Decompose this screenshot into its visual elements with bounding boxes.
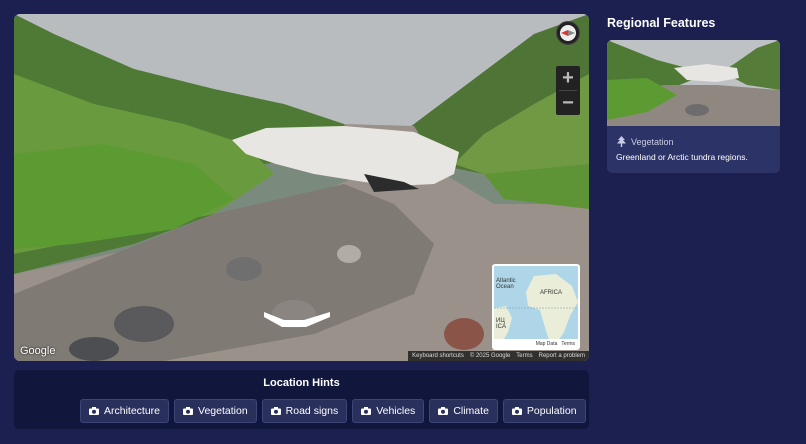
hint-button-vehicles[interactable]: Vehicles bbox=[352, 399, 425, 423]
hint-button-label: Architecture bbox=[104, 405, 161, 417]
location-hints-panel: Location Hints Architecture Vegetation R… bbox=[14, 370, 589, 429]
hint-button-label: Vehicles bbox=[376, 405, 416, 417]
compass-button[interactable] bbox=[556, 21, 580, 45]
zoom-controls: + − bbox=[556, 66, 580, 115]
hint-button-label: Population bbox=[526, 405, 577, 417]
copyright-text: © 2025 Google bbox=[469, 353, 511, 359]
map-label-south-america: ИЦ ICA bbox=[496, 318, 507, 330]
camera-icon bbox=[438, 407, 449, 415]
feature-category-label: Vegetation bbox=[631, 136, 674, 147]
hint-button-label: Road signs bbox=[285, 405, 339, 417]
mini-map-footer: Map Data Terms bbox=[494, 339, 578, 348]
camera-icon bbox=[361, 407, 372, 415]
feature-thumbnail bbox=[607, 40, 780, 126]
hint-button-label: Climate bbox=[453, 405, 489, 417]
hint-button-road-signs[interactable]: Road signs bbox=[261, 399, 348, 423]
street-view-panorama[interactable]: + − Google Atlantic Ocean AFRICA ИЦ ICA … bbox=[14, 14, 589, 361]
zoom-in-button[interactable]: + bbox=[556, 66, 580, 90]
mini-map[interactable]: Atlantic Ocean AFRICA ИЦ ICA Map Data Te… bbox=[492, 264, 580, 350]
camera-icon bbox=[89, 407, 99, 415]
hint-button-climate[interactable]: Climate bbox=[429, 399, 498, 423]
hint-button-row: Architecture Vegetation Road signs Vehic… bbox=[80, 399, 586, 423]
map-terms-link[interactable]: Terms bbox=[561, 341, 575, 347]
map-label-africa: AFRICA bbox=[540, 290, 563, 296]
hint-button-population[interactable]: Population bbox=[502, 399, 586, 423]
camera-icon bbox=[270, 407, 281, 415]
hint-button-architecture[interactable]: Architecture bbox=[80, 399, 170, 423]
hint-button-vegetation[interactable]: Vegetation bbox=[174, 399, 257, 423]
feature-category: Vegetation bbox=[617, 136, 674, 147]
report-problem-link[interactable]: Report a problem bbox=[539, 353, 585, 359]
hint-button-label: Vegetation bbox=[198, 405, 248, 417]
tree-icon bbox=[617, 136, 626, 147]
camera-icon bbox=[511, 407, 522, 415]
zoom-out-button[interactable]: − bbox=[556, 91, 580, 115]
keyboard-shortcuts-link[interactable]: Keyboard shortcuts bbox=[412, 353, 464, 359]
map-label-ocean: Atlantic Ocean bbox=[496, 278, 516, 290]
google-logo: Google bbox=[20, 345, 56, 357]
map-data-link[interactable]: Map Data bbox=[536, 341, 558, 347]
terms-link[interactable]: Terms bbox=[516, 353, 532, 359]
camera-icon bbox=[183, 407, 194, 415]
feature-description: Greenland or Arctic tundra regions. bbox=[616, 152, 748, 162]
attribution-bar: Keyboard shortcuts © 2025 Google Terms R… bbox=[408, 351, 589, 361]
regional-feature-card: Vegetation Greenland or Arctic tundra re… bbox=[607, 40, 780, 173]
location-hints-title: Location Hints bbox=[263, 377, 340, 389]
regional-features-title: Regional Features bbox=[607, 16, 716, 30]
compass-icon bbox=[560, 25, 576, 41]
